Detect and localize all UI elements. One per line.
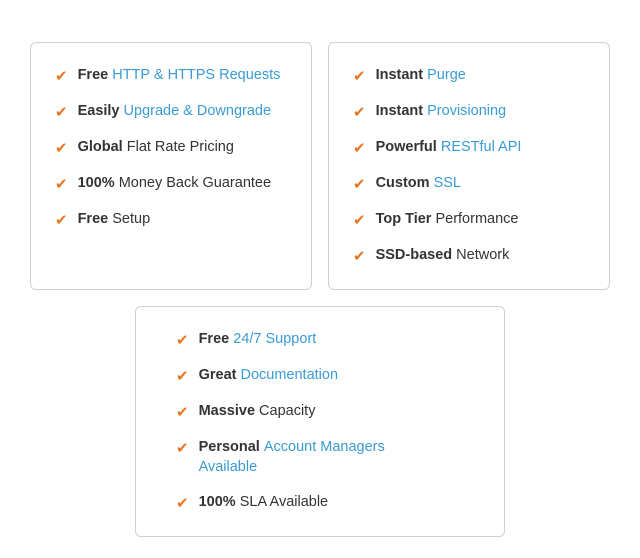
feature-bold: Great xyxy=(199,367,241,383)
feature-bold: Easily xyxy=(78,103,124,119)
list-item: ✔ Free HTTP & HTTPS Requests xyxy=(55,65,287,87)
feature-text: 100% SLA Available xyxy=(199,492,464,512)
list-item: ✔ Custom SSL xyxy=(353,173,585,195)
feature-text: Free 24/7 Support xyxy=(199,329,464,349)
list-item: ✔ Free Setup xyxy=(55,209,287,231)
check-icon: ✔ xyxy=(176,493,189,514)
card-right: ✔ Instant Purge ✔ Instant Provisioning ✔… xyxy=(328,42,610,290)
list-item: ✔ 100% Money Back Guarantee xyxy=(55,173,287,195)
feature-bold: Free xyxy=(78,67,113,83)
feature-bold: Free xyxy=(199,331,234,347)
feature-text: Free Setup xyxy=(78,209,287,229)
check-icon: ✔ xyxy=(55,138,68,159)
feature-bold: 100% xyxy=(78,175,119,191)
feature-text: Custom SSL xyxy=(376,173,585,193)
list-item: ✔ Great Documentation xyxy=(176,365,464,387)
bottom-card-wrap: ✔ Free 24/7 Support ✔ Great Documentatio… xyxy=(30,306,610,537)
feature-text: Global Flat Rate Pricing xyxy=(78,137,287,157)
check-icon: ✔ xyxy=(55,174,68,195)
feature-text: Personal Account ManagersAvailable xyxy=(199,437,464,478)
feature-bold: Top Tier xyxy=(376,211,436,227)
feature-text: Free HTTP & HTTPS Requests xyxy=(78,65,287,85)
feature-bold: 100% xyxy=(199,494,240,510)
feature-bold: Custom xyxy=(376,175,434,191)
list-item: ✔ Easily Upgrade & Downgrade xyxy=(55,101,287,123)
check-icon: ✔ xyxy=(176,366,189,387)
feature-link[interactable]: Upgrade & Downgrade xyxy=(124,103,272,119)
feature-text: Top Tier Performance xyxy=(376,209,585,229)
check-icon: ✔ xyxy=(353,246,366,267)
feature-link[interactable]: Documentation xyxy=(241,367,339,383)
check-icon: ✔ xyxy=(353,138,366,159)
list-item: ✔ Instant Purge xyxy=(353,65,585,87)
feature-text: Instant Provisioning xyxy=(376,101,585,121)
feature-link[interactable]: SSL xyxy=(434,175,461,191)
feature-link[interactable]: Purge xyxy=(427,67,466,83)
feature-bold: Massive xyxy=(199,403,259,419)
card-left: ✔ Free HTTP & HTTPS Requests ✔ Easily Up… xyxy=(30,42,312,290)
feature-bold: Powerful xyxy=(376,139,441,155)
check-icon: ✔ xyxy=(353,66,366,87)
feature-text: Easily Upgrade & Downgrade xyxy=(78,101,287,121)
check-icon: ✔ xyxy=(176,330,189,351)
check-icon: ✔ xyxy=(353,102,366,123)
list-item: ✔ 100% SLA Available xyxy=(176,492,464,514)
feature-link[interactable]: HTTP & HTTPS Requests xyxy=(112,67,280,83)
feature-bold: Instant xyxy=(376,67,428,83)
list-item: ✔ Powerful RESTful API xyxy=(353,137,585,159)
feature-text: SSD-based Network xyxy=(376,245,585,265)
feature-text: Great Documentation xyxy=(199,365,464,385)
list-item: ✔ Massive Capacity xyxy=(176,401,464,423)
check-icon: ✔ xyxy=(353,210,366,231)
feature-link[interactable]: Provisioning xyxy=(427,103,506,119)
top-cards-row: ✔ Free HTTP & HTTPS Requests ✔ Easily Up… xyxy=(30,42,610,290)
card-bottom: ✔ Free 24/7 Support ✔ Great Documentatio… xyxy=(135,306,505,537)
check-icon: ✔ xyxy=(353,174,366,195)
feature-bold: Personal xyxy=(199,439,264,455)
list-item: ✔ Global Flat Rate Pricing xyxy=(55,137,287,159)
feature-bold: Free xyxy=(78,211,113,227)
feature-text: Instant Purge xyxy=(376,65,585,85)
list-item: ✔ SSD-based Network xyxy=(353,245,585,267)
feature-bold: SSD-based xyxy=(376,247,457,263)
check-icon: ✔ xyxy=(55,210,68,231)
check-icon: ✔ xyxy=(55,102,68,123)
feature-bold: Instant xyxy=(376,103,428,119)
feature-text: Massive Capacity xyxy=(199,401,464,421)
list-item: ✔ Top Tier Performance xyxy=(353,209,585,231)
feature-link[interactable]: 24/7 Support xyxy=(233,331,316,347)
feature-bold: Global xyxy=(78,139,127,155)
check-icon: ✔ xyxy=(176,438,189,459)
check-icon: ✔ xyxy=(55,66,68,87)
feature-text: Powerful RESTful API xyxy=(376,137,585,157)
list-item: ✔ Free 24/7 Support xyxy=(176,329,464,351)
check-icon: ✔ xyxy=(176,402,189,423)
list-item: ✔ Personal Account ManagersAvailable xyxy=(176,437,464,478)
feature-link[interactable]: RESTful API xyxy=(441,139,522,155)
feature-text: 100% Money Back Guarantee xyxy=(78,173,287,193)
list-item: ✔ Instant Provisioning xyxy=(353,101,585,123)
